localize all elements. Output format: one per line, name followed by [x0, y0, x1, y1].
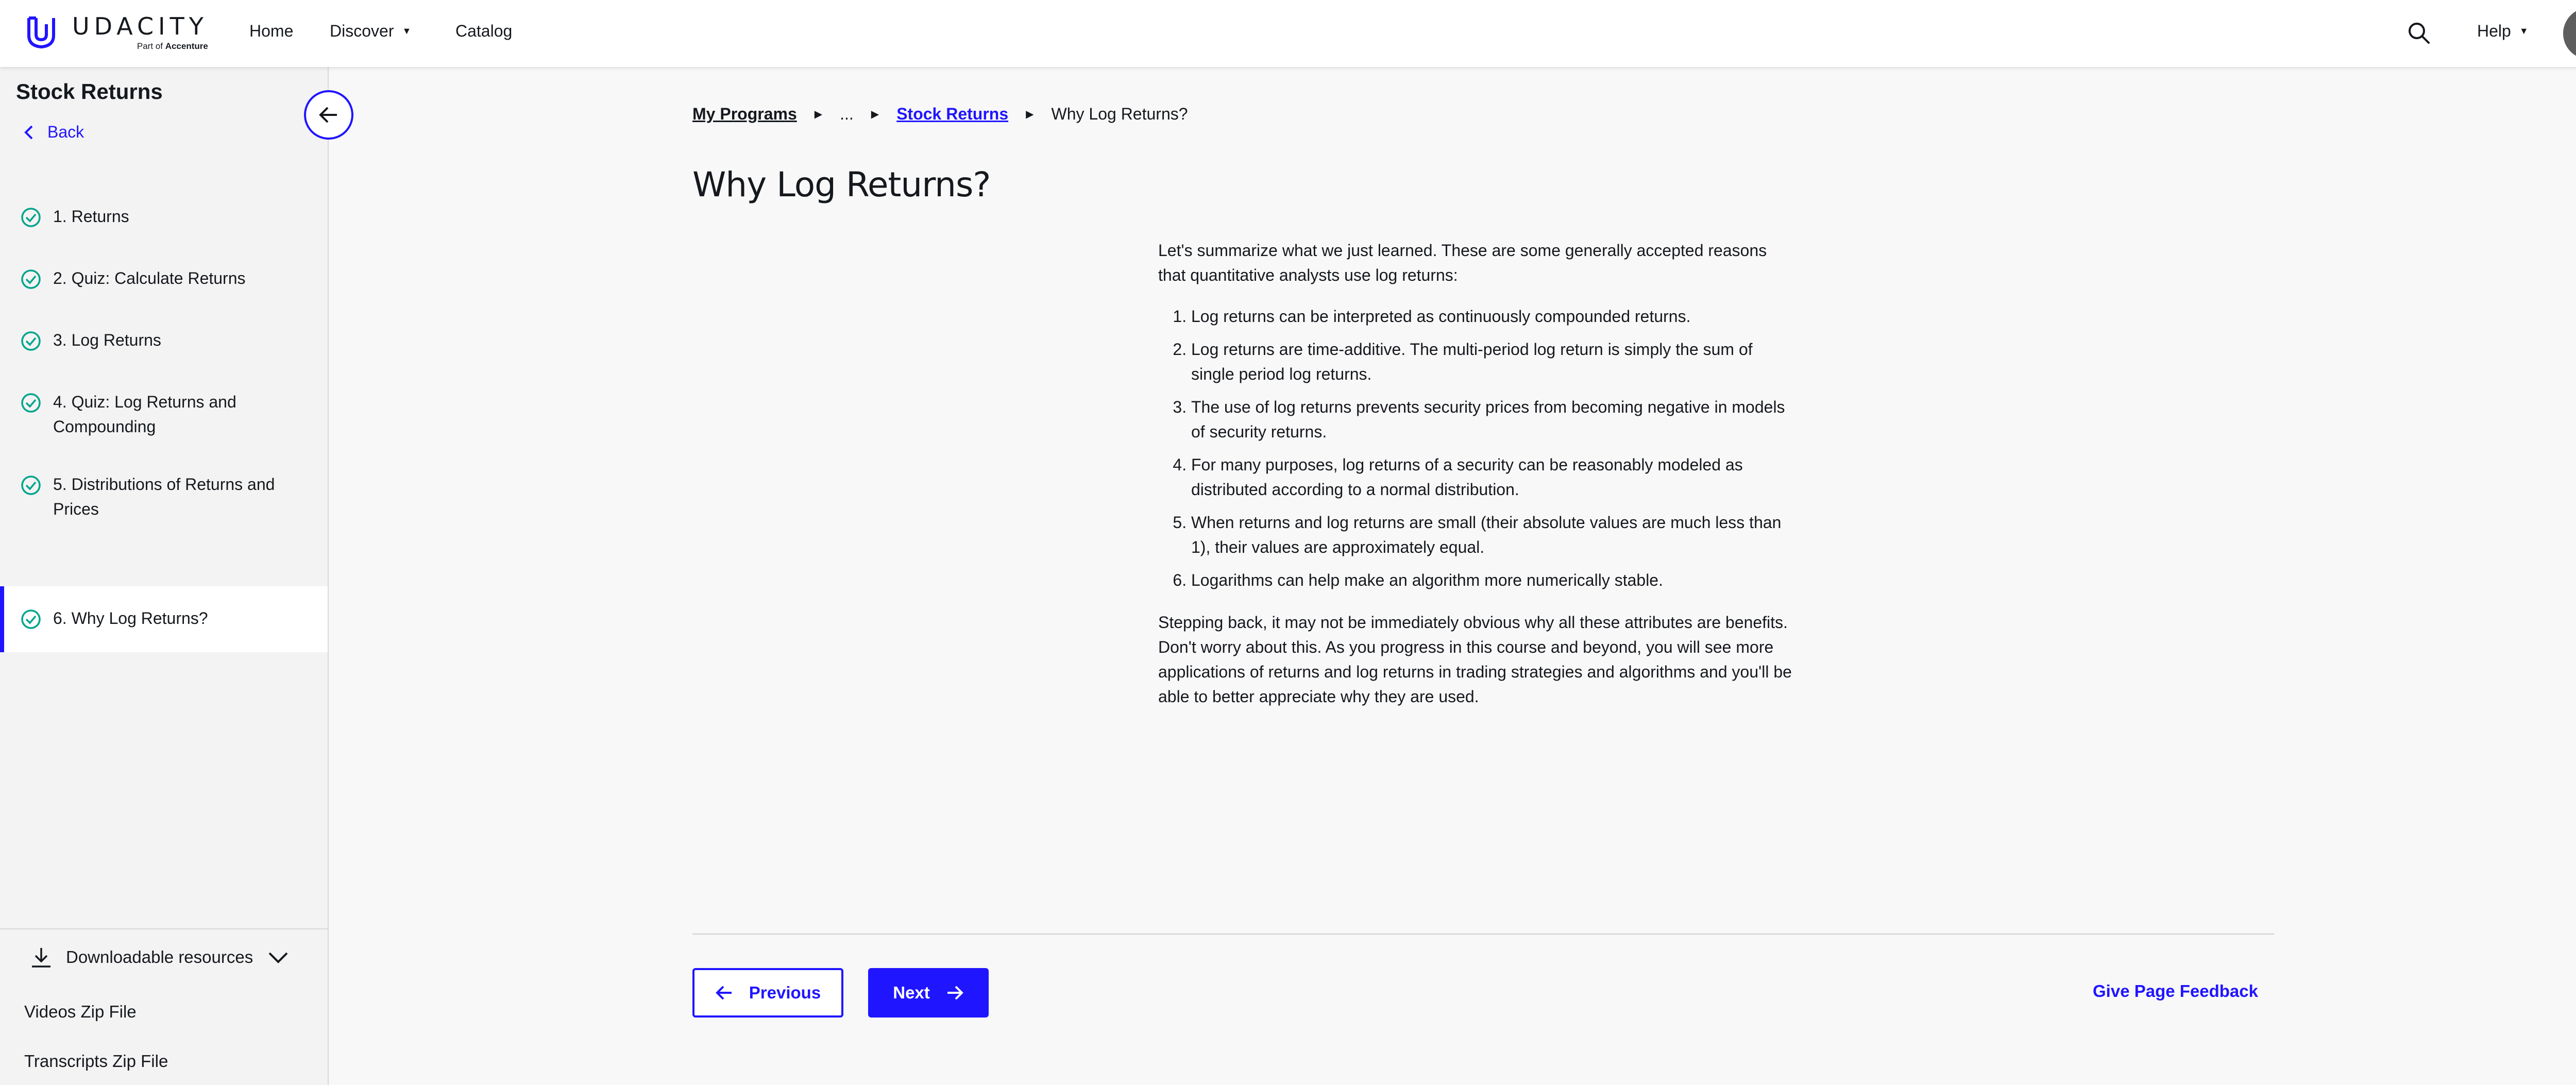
collapse-sidebar-button[interactable] [304, 90, 353, 140]
nav-discover[interactable]: Discover ▼ [330, 22, 411, 41]
udacity-logo-icon [27, 16, 55, 48]
breadcrumb-separator-icon: ▶ [814, 109, 823, 120]
list-item: When returns and log returns are small (… [1191, 510, 1797, 560]
chevron-left-icon [24, 125, 33, 139]
download-icon [32, 948, 50, 968]
list-item: For many purposes, log returns of a secu… [1191, 452, 1797, 502]
nav-discover-label: Discover [330, 22, 394, 40]
resource-videos-zip[interactable]: Videos Zip File [24, 1002, 137, 1022]
sidebar: Stock Returns Back 1. Returns 2. Quiz: C… [0, 67, 329, 1085]
check-circle-icon [21, 331, 41, 351]
sidebar-item-lesson-2[interactable]: 2. Quiz: Calculate Returns [0, 248, 328, 310]
page-title: Why Log Returns? [692, 165, 991, 205]
give-page-feedback-link[interactable]: Give Page Feedback [2093, 981, 2258, 1001]
breadcrumb-separator-icon: ▶ [871, 109, 879, 120]
check-circle-icon [21, 609, 41, 629]
caret-down-icon: ▼ [402, 26, 412, 36]
footer-divider [692, 934, 2274, 935]
list-item: Logarithms can help make an algorithm mo… [1191, 568, 1797, 592]
downloadable-resources-toggle[interactable]: Downloadable resources [30, 945, 290, 969]
sidebar-item-lesson-6[interactable]: 6. Why Log Returns? [0, 586, 328, 652]
check-circle-icon [21, 476, 41, 495]
breadcrumb-ellipsis[interactable]: ... [840, 105, 854, 124]
nav-help-label: Help [2477, 22, 2511, 40]
caret-down-icon: ▼ [2519, 26, 2529, 36]
udacity-logo[interactable]: UDACITY Part of Accenture [24, 10, 208, 55]
breadcrumb-stock-returns[interactable]: Stock Returns [896, 105, 1008, 124]
logo-tagline: Part of Accenture [137, 41, 208, 52]
back-link[interactable]: Back [23, 123, 84, 142]
list-item: Log returns can be interpreted as contin… [1191, 304, 1797, 329]
breadcrumb: My Programs ▶ ... ▶ Stock Returns ▶ Why … [692, 105, 1188, 124]
reasons-list: Log returns can be interpreted as contin… [1191, 304, 1797, 592]
check-circle-icon [21, 393, 41, 413]
sidebar-item-lesson-4[interactable]: 4. Quiz: Log Returns and Compounding [0, 372, 328, 454]
logo-tagline-brand: Accenture [165, 41, 208, 51]
previous-button[interactable]: Previous [692, 968, 843, 1018]
previous-label: Previous [749, 983, 821, 1002]
logo-wordmark: UDACITY [72, 12, 208, 40]
avatar[interactable]: HC [2563, 8, 2576, 59]
lesson-content: Let's summarize what we just learned. Th… [1158, 238, 1797, 725]
sidebar-item-label: 2. Quiz: Calculate Returns [53, 269, 246, 287]
outro-paragraph: Stepping back, it may not be immediately… [1158, 613, 1792, 706]
next-button[interactable]: Next [868, 968, 989, 1018]
top-nav: UDACITY Part of Accenture Home Discover … [0, 0, 2576, 67]
nav-catalog[interactable]: Catalog [455, 22, 512, 41]
breadcrumb-my-programs[interactable]: My Programs [692, 105, 797, 124]
sidebar-item-label: 3. Log Returns [53, 331, 161, 349]
breadcrumb-separator-icon: ▶ [1026, 109, 1034, 120]
list-item: Log returns are time-additive. The multi… [1191, 337, 1797, 386]
next-label: Next [893, 983, 930, 1002]
intro-paragraph: Let's summarize what we just learned. Th… [1158, 241, 1767, 284]
breadcrumb-current: Why Log Returns? [1051, 105, 1188, 123]
logo-tagline-prefix: Part of [137, 41, 163, 51]
check-circle-icon [21, 208, 41, 227]
course-title: Stock Returns [16, 79, 163, 104]
sidebar-item-lesson-3[interactable]: 3. Log Returns [0, 310, 328, 372]
sidebar-item-label: 4. Quiz: Log Returns and Compounding [53, 393, 236, 436]
resource-transcripts-zip[interactable]: Transcripts Zip File [24, 1052, 168, 1071]
back-label: Back [47, 123, 84, 141]
sidebar-item-lesson-1[interactable]: 1. Returns [0, 187, 328, 248]
logo-text: UDACITY Part of Accenture [72, 13, 208, 52]
chevron-down-icon [268, 952, 288, 963]
sidebar-item-label: 1. Returns [53, 207, 129, 226]
sidebar-item-lesson-5[interactable]: 5. Distributions of Returns and Prices [0, 454, 328, 537]
nav-help[interactable]: Help ▼ [2477, 22, 2529, 41]
nav-catalog-label: Catalog [455, 22, 513, 40]
arrow-right-icon [947, 986, 963, 1000]
list-item: The use of log returns prevents security… [1191, 395, 1797, 444]
arrow-left-icon [715, 986, 732, 1000]
nav-home[interactable]: Home [249, 22, 293, 41]
sidebar-item-label: 5. Distributions of Returns and Prices [53, 475, 275, 518]
sidebar-item-label: 6. Why Log Returns? [53, 609, 208, 628]
downloadable-resources-label: Downloadable resources [66, 947, 253, 967]
search-icon[interactable] [2407, 21, 2431, 45]
check-circle-icon [21, 269, 41, 289]
sidebar-divider [0, 928, 328, 929]
arrow-left-icon [319, 107, 337, 123]
nav-home-label: Home [249, 22, 294, 40]
